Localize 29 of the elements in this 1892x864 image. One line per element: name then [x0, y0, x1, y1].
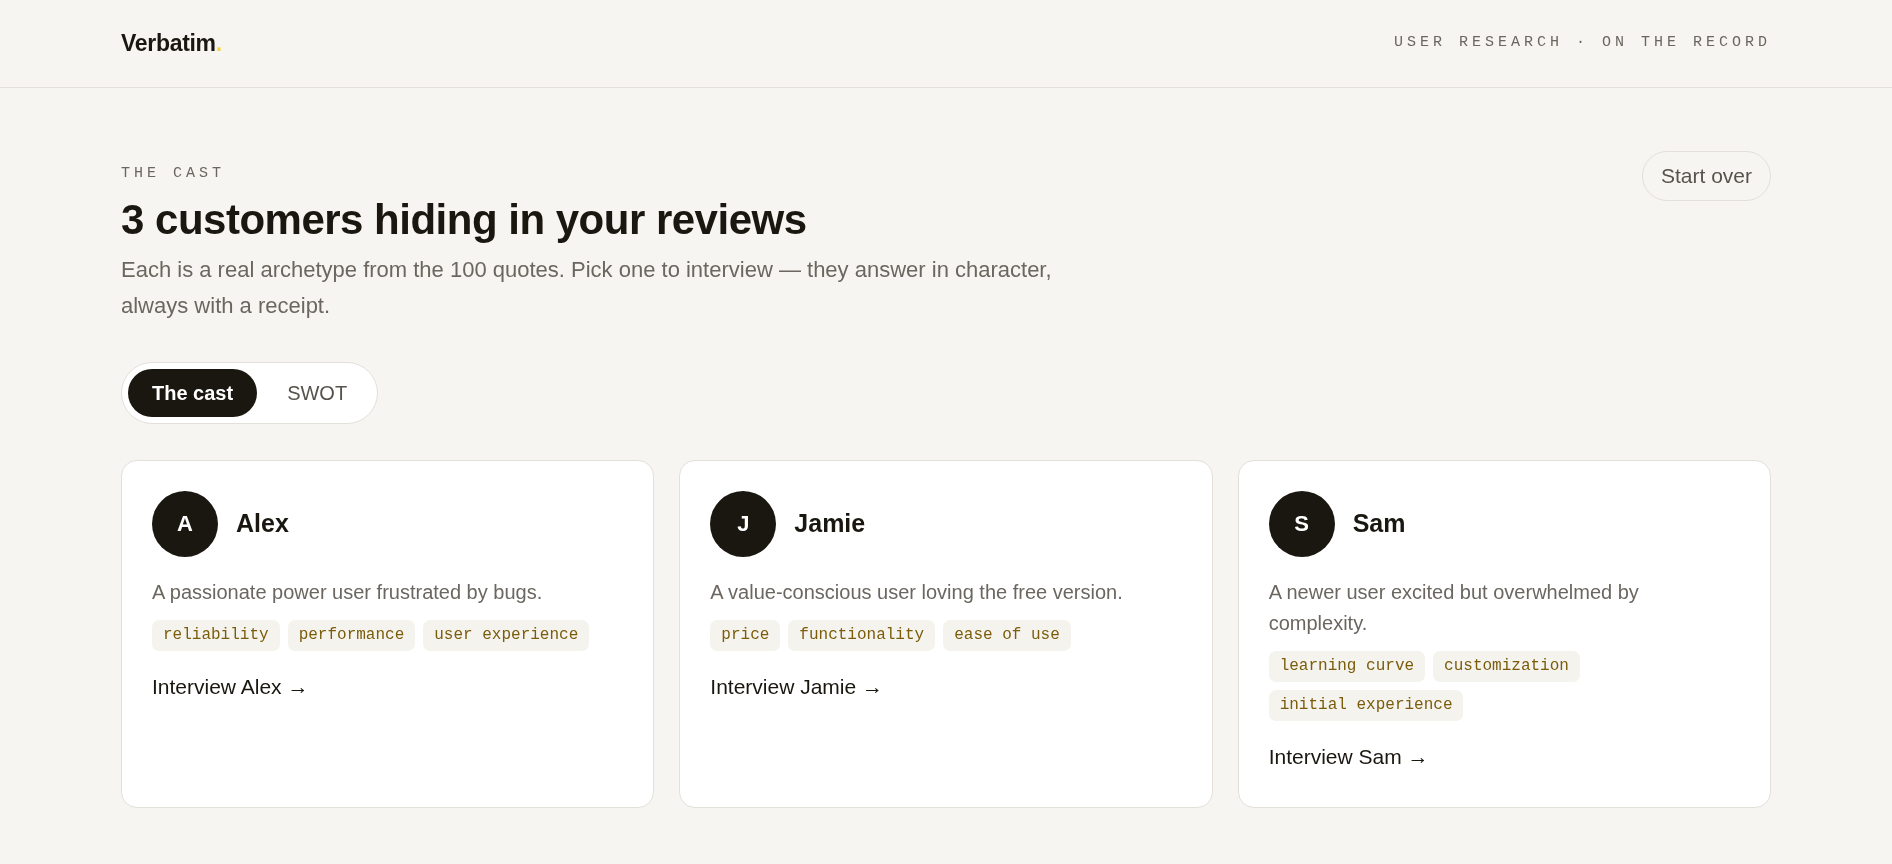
persona-name: Jamie — [794, 507, 866, 539]
topic-tag: price — [710, 619, 781, 651]
topic-tag: functionality — [788, 619, 936, 651]
topic-tag: reliability — [152, 619, 280, 651]
persona-description: A newer user excited but overwhelmed by complexity. — [1268, 579, 1640, 636]
section-eyebrow: THE CAST — [121, 164, 226, 184]
logo: Verbatim. — [121, 29, 222, 59]
avatar: J — [710, 490, 777, 557]
interview-link[interactable]: Interview Sam → — [1268, 740, 1429, 772]
persona-name: Alex — [236, 507, 289, 539]
interview-link[interactable]: Interview Alex → — [152, 670, 309, 702]
persona-description: A passionate power user frustrated by bugs. — [152, 579, 544, 605]
interview-link[interactable]: Interview Jamie → — [710, 670, 884, 702]
view-tab[interactable]: The cast — [128, 368, 258, 417]
persona-name: Sam — [1352, 507, 1406, 539]
topic-tag: performance — [287, 619, 416, 651]
page-subtitle: Each is a real archetype from the 100 quotes. Pick one to interview — they answer in character, always with a receipt. — [121, 255, 1053, 320]
avatar: S — [1268, 490, 1335, 557]
page-title: 3 customers hiding in your reviews — [121, 194, 808, 245]
view-tab[interactable]: SWOT — [263, 368, 372, 417]
tagline: USER RESEARCH · ON THE RECORD — [1393, 33, 1771, 54]
topic-tag: user experience — [423, 619, 590, 651]
topic-tag: customization — [1433, 650, 1580, 682]
topic-tag: initial experience — [1268, 689, 1464, 721]
start-over-button[interactable]: Start over — [1641, 151, 1771, 201]
persona-description: A value-conscious user loving the free version. — [710, 579, 1124, 605]
topic-tag: learning curve — [1268, 650, 1426, 682]
avatar: A — [152, 490, 218, 557]
topic-tag: ease of use — [943, 619, 1071, 651]
